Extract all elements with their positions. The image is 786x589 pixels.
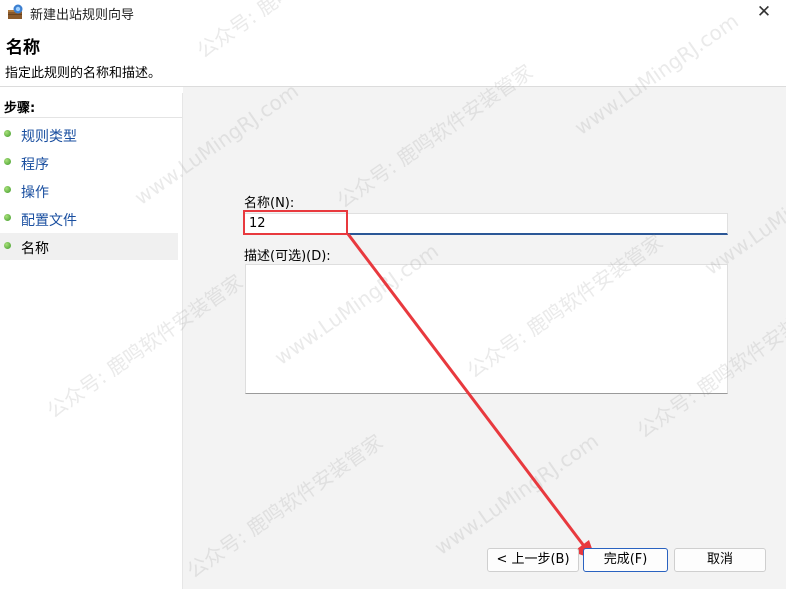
firewall-wizard-icon: [8, 4, 23, 19]
cancel-button[interactable]: 取消: [674, 548, 766, 572]
description-field-label: 描述(可选)(D):: [244, 249, 331, 264]
step-label: 规则类型: [21, 129, 77, 145]
step-name[interactable]: 名称: [0, 233, 178, 260]
step-label: 程序: [21, 157, 49, 173]
steps-divider: [0, 117, 182, 118]
step-rule-type[interactable]: 规则类型: [0, 121, 178, 148]
window-title: 新建出站规则向导: [30, 8, 135, 23]
step-profile[interactable]: 配置文件: [0, 205, 178, 232]
close-button[interactable]: ✕: [742, 0, 786, 26]
green-dot-icon: [4, 130, 11, 137]
steps-heading: 步骤:: [4, 101, 36, 116]
back-button[interactable]: < 上一步(B): [487, 548, 579, 572]
name-field-label: 名称(N):: [244, 196, 295, 211]
green-dot-icon: [4, 242, 11, 249]
finish-button[interactable]: 完成(F): [583, 548, 668, 572]
title-bar: 新建出站规则向导 ✕: [0, 0, 786, 26]
close-icon: ✕: [756, 2, 772, 22]
green-dot-icon: [4, 158, 11, 165]
green-dot-icon: [4, 214, 11, 221]
page-title: 名称: [6, 38, 40, 58]
page-description: 指定此规则的名称和描述。: [5, 66, 162, 81]
step-label: 名称: [21, 241, 49, 257]
green-dot-icon: [4, 186, 11, 193]
step-label: 操作: [21, 185, 49, 201]
step-program[interactable]: 程序: [0, 149, 178, 176]
annotation-highlight-box: [243, 210, 348, 235]
step-label: 配置文件: [21, 213, 77, 229]
